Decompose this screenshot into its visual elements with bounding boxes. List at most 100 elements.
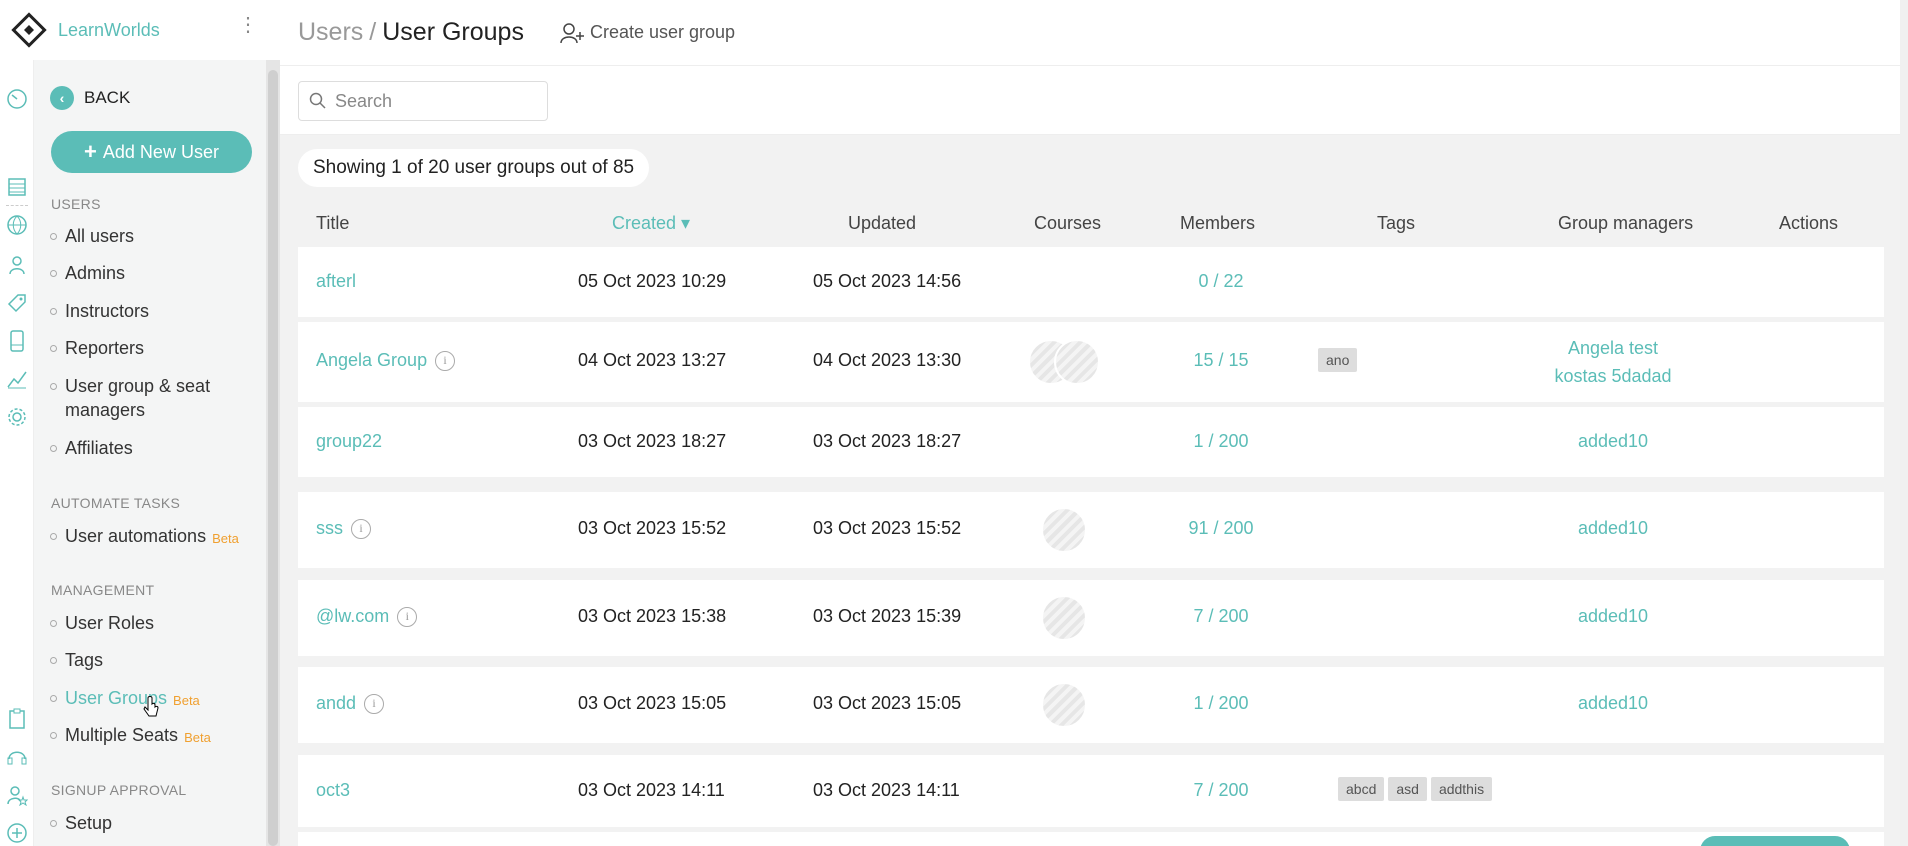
sidebar-item-all-users[interactable]: All users <box>50 224 255 248</box>
plus-icon: + <box>84 139 97 164</box>
group-title-link[interactable]: group22 <box>316 431 382 452</box>
beta-badge: Beta <box>184 730 211 745</box>
course-thumbnail[interactable] <box>1041 507 1087 553</box>
manager-link[interactable]: Angela test <box>1538 334 1688 362</box>
members-count[interactable]: 7 / 200 <box>1156 780 1286 801</box>
manager-link[interactable]: added10 <box>1538 514 1688 542</box>
table-row[interactable]: Angela Group i 04 Oct 2023 13:27 04 Oct 2… <box>298 322 1884 402</box>
manager-link[interactable]: added10 <box>1538 689 1688 717</box>
page-header: Users / User Groups Create user group <box>280 0 1900 66</box>
table-row[interactable]: andd i 03 Oct 2023 15:05 03 Oct 2023 15:0… <box>298 667 1884 743</box>
search-box[interactable] <box>298 81 548 121</box>
sidebar-item-setup[interactable]: Setup <box>50 811 255 835</box>
sidebar-item-admins[interactable]: Admins <box>50 261 255 285</box>
manager-link[interactable]: kostas 5dadad <box>1538 362 1688 390</box>
members-count[interactable]: 1 / 200 <box>1156 431 1286 452</box>
group-title-link[interactable]: @lw.com i <box>316 606 418 627</box>
col-tags: Tags <box>1377 213 1416 233</box>
sidebar-item-reporters[interactable]: Reporters <box>50 336 255 360</box>
table-row[interactable]: group22 03 Oct 2023 18:27 03 Oct 2023 18… <box>298 407 1884 477</box>
table-row[interactable]: oct3 03 Oct 2023 14:11 03 Oct 2023 14:11… <box>298 755 1884 827</box>
headset-icon[interactable] <box>4 744 30 770</box>
col-courses: Courses <box>1034 213 1102 233</box>
learnworlds-logo-icon[interactable] <box>10 11 48 49</box>
table-row[interactable]: afterl 05 Oct 2023 10:29 05 Oct 2023 14:… <box>298 247 1884 317</box>
page-scrollbar[interactable] <box>1900 0 1908 846</box>
info-icon[interactable]: i <box>351 518 371 539</box>
info-icon[interactable]: i <box>435 350 456 371</box>
add-new-user-button[interactable]: + Add New User <box>51 131 252 173</box>
user-groups-content: Showing 1 of 20 user groups out of 85 Ti… <box>280 135 1900 846</box>
members-count[interactable]: 7 / 200 <box>1156 606 1286 627</box>
group-managers: added10 <box>1538 689 1688 717</box>
create-user-group-button[interactable]: Create user group <box>560 22 735 44</box>
section-title-automate: AUTOMATE TASKS <box>51 495 181 511</box>
manager-link[interactable]: added10 <box>1538 602 1688 630</box>
created-date: 05 Oct 2023 10:29 <box>578 271 727 291</box>
group-title-link[interactable]: Angela Group i <box>316 350 456 371</box>
pages-icon[interactable] <box>4 174 30 200</box>
table-header: Title Created ▾ Updated Courses Members … <box>298 201 1884 243</box>
members-count[interactable]: 1 / 200 <box>1156 693 1286 714</box>
group-title-link[interactable]: afterl <box>316 271 356 292</box>
floating-action-button[interactable] <box>1700 836 1850 846</box>
sidebar-item-tags[interactable]: Tags <box>50 648 255 672</box>
members-count[interactable]: 91 / 200 <box>1156 518 1286 539</box>
group-title-link[interactable]: oct3 <box>316 780 350 801</box>
sidebar-scroll-thumb[interactable] <box>268 70 278 846</box>
course-avatars <box>1041 595 1087 641</box>
dashboard-icon[interactable] <box>4 86 30 112</box>
sidebar-item-user-automations[interactable]: User automations Beta <box>50 524 255 551</box>
mobile-icon[interactable] <box>4 328 30 354</box>
analytics-icon[interactable] <box>4 366 30 392</box>
tag-icon[interactable] <box>4 290 30 316</box>
add-circle-icon[interactable] <box>4 820 30 846</box>
back-button[interactable]: ‹ BACK <box>50 86 130 110</box>
course-thumbnail[interactable] <box>1041 595 1087 641</box>
group-managers: added10 <box>1538 514 1688 542</box>
course-thumbnail[interactable] <box>1041 682 1087 728</box>
sidebar-item-affiliates[interactable]: Affiliates <box>50 436 255 460</box>
breadcrumb-users-link[interactable]: Users <box>298 18 363 46</box>
sidebar-item-user-roles[interactable]: User Roles <box>50 611 255 635</box>
updated-date: 03 Oct 2023 15:39 <box>813 606 962 626</box>
members-count[interactable]: 0 / 22 <box>1156 271 1286 292</box>
search-input[interactable] <box>335 90 525 112</box>
clipboard-icon[interactable] <box>4 706 30 732</box>
sidebar-item-group-managers[interactable]: User group & seat managers <box>50 374 255 422</box>
tag-chip: ano <box>1318 348 1358 372</box>
created-date: 03 Oct 2023 18:27 <box>578 431 727 451</box>
col-updated[interactable]: Updated <box>848 213 916 234</box>
user-star-icon[interactable] <box>4 782 30 808</box>
course-thumbnail[interactable] <box>1054 339 1100 385</box>
results-summary: Showing 1 of 20 user groups out of 85 <box>298 149 650 187</box>
group-managers: Angela test kostas 5dadad <box>1538 334 1688 390</box>
col-title[interactable]: Title <box>316 213 349 234</box>
info-icon[interactable]: i <box>397 606 418 627</box>
group-title-link[interactable]: sss i <box>316 518 371 539</box>
info-icon[interactable]: i <box>364 693 385 714</box>
table-row[interactable]: @lw.com i 03 Oct 2023 15:38 03 Oct 2023 1… <box>298 580 1884 656</box>
col-created-sorted[interactable]: Created ▾ <box>612 213 690 234</box>
breadcrumb-separator: / <box>369 18 377 46</box>
course-avatars <box>1028 339 1100 385</box>
back-label: BACK <box>84 88 131 107</box>
users-icon[interactable] <box>4 252 30 278</box>
sidebar-item-instructors[interactable]: Instructors <box>50 299 255 323</box>
created-date: 03 Oct 2023 15:05 <box>578 693 727 713</box>
created-date: 03 Oct 2023 15:52 <box>578 518 727 538</box>
manager-link[interactable]: added10 <box>1538 427 1688 455</box>
icon-rail <box>0 60 34 846</box>
globe-icon[interactable] <box>4 212 30 238</box>
table-row[interactable]: sss i 03 Oct 2023 15:52 03 Oct 2023 15:52… <box>298 492 1884 568</box>
brand-name: LearnWorlds <box>58 19 160 40</box>
table-row[interactable] <box>298 832 1884 846</box>
chevron-left-icon: ‹ <box>50 86 74 110</box>
settings-gear-icon[interactable] <box>4 404 30 430</box>
members-count[interactable]: 15 / 15 <box>1156 350 1286 371</box>
kebab-menu-icon[interactable]: ⋮ <box>238 15 258 35</box>
sidebar-item-multiple-seats[interactable]: Multiple Seats Beta <box>50 723 255 750</box>
tag-chip: asd <box>1388 777 1427 801</box>
tag-list: abcd asd addthis <box>1338 777 1493 801</box>
group-title-link[interactable]: andd i <box>316 693 385 714</box>
